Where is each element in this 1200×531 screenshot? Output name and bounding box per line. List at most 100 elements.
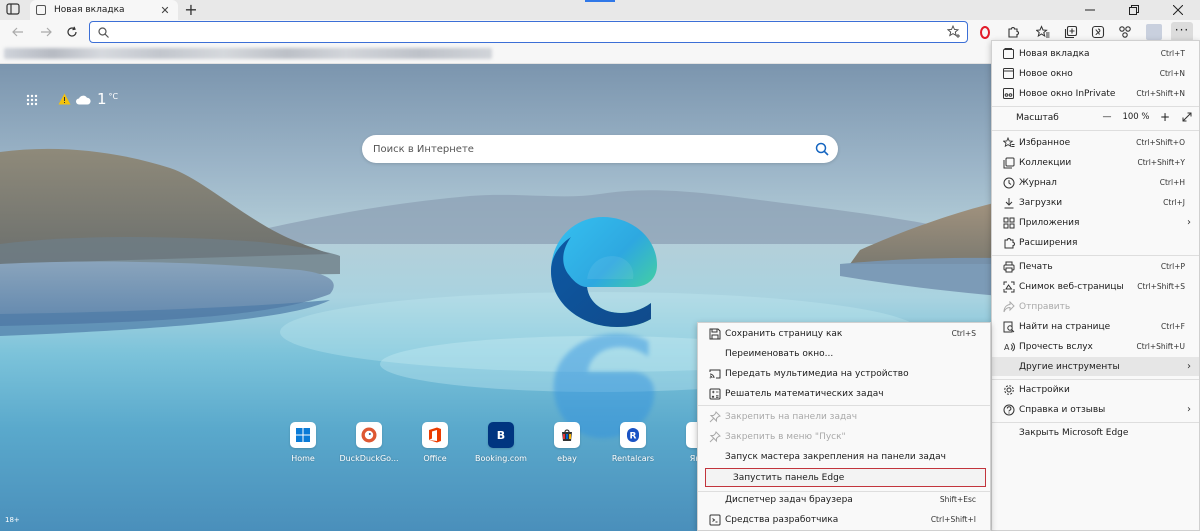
menu-label: Расширения [1019, 237, 1078, 248]
new-tab-button[interactable]: + [183, 0, 199, 20]
forward-button[interactable] [36, 22, 56, 42]
menu-label: Новое окно InPrivate [1019, 88, 1116, 99]
tile-label: DuckDuckGo... [339, 454, 399, 463]
menu-find[interactable]: Найти на странице Ctrl+F [992, 317, 1199, 336]
rename-window-icon [708, 347, 721, 360]
browser-essentials-icon[interactable] [1089, 23, 1107, 41]
menu-help[interactable]: Справка и отзывы › [992, 400, 1199, 419]
submenu-task-manager[interactable]: Диспетчер задач браузера Shift+Esc [698, 490, 990, 509]
pin-icon [708, 410, 721, 423]
submenu-save-page[interactable]: Сохранить страницу как Ctrl+S [698, 324, 990, 343]
menu-history[interactable]: Журнал Ctrl+H [992, 173, 1199, 192]
menu-shortcut: Ctrl+Shift+S [1137, 282, 1185, 291]
save-page-icon [708, 327, 721, 340]
tile-label: Rentalcars [611, 454, 655, 463]
menu-downloads[interactable]: Загрузки Ctrl+J [992, 193, 1199, 212]
find-icon [1002, 320, 1015, 333]
tile-label: Office [423, 454, 447, 463]
submenu-edge-bar[interactable]: Запустить панель Edge [705, 468, 986, 487]
submenu-pin-wizard[interactable]: Запуск мастера закрепления на панели зад… [698, 447, 990, 466]
menu-label: Печать [1019, 261, 1053, 272]
refresh-button[interactable] [62, 22, 82, 42]
zoom-value: 100 % [1122, 112, 1150, 122]
tile-rentalcars[interactable]: R Rentalcars [600, 422, 666, 463]
tab-close-icon[interactable]: ✕ [158, 4, 172, 17]
menu-share: Отправить [992, 297, 1199, 316]
submenu-math-solver[interactable]: Решатель математических задач [698, 384, 990, 403]
address-search-icon [98, 26, 109, 38]
menu-shortcut: Ctrl+T [1160, 49, 1185, 58]
tile-ebay[interactable]: ebay [534, 422, 600, 463]
menu-extensions[interactable]: Расширения [992, 233, 1199, 252]
menu-read-aloud[interactable]: A Прочесть вслух Ctrl+Shift+U [992, 337, 1199, 356]
zoom-out-button[interactable]: — [1097, 112, 1117, 122]
extensions-puzzle-icon [1002, 236, 1015, 249]
restore-button[interactable] [1112, 0, 1156, 20]
weather-unit: °C [108, 92, 119, 101]
zoom-in-button[interactable]: + [1155, 110, 1175, 124]
menu-label: Диспетчер задач браузера [725, 494, 853, 505]
menu-shortcut: Ctrl+P [1160, 262, 1185, 271]
menu-print[interactable]: Печать Ctrl+P [992, 257, 1199, 276]
menu-label: Средства разработчика [725, 514, 839, 525]
screenshot-icon [1002, 280, 1015, 293]
add-favorite-star-icon[interactable] [947, 25, 961, 39]
minimize-button[interactable] [1068, 0, 1112, 20]
printer-icon [1002, 260, 1015, 273]
menu-label: Запустить панель Edge [733, 472, 845, 483]
web-search-input[interactable] [373, 143, 806, 155]
apps-icon [1002, 216, 1015, 229]
tile-office[interactable]: Office [402, 422, 468, 463]
menu-apps[interactable]: Приложения › [992, 213, 1199, 232]
task-manager-icon [708, 493, 721, 506]
menu-shortcut: Ctrl+Shift+I [930, 515, 976, 524]
web-search-box[interactable] [362, 135, 838, 163]
menu-separator [992, 130, 1199, 131]
dev-tools-icon [708, 513, 721, 526]
favorites-icon[interactable] [1034, 23, 1052, 41]
collections-icon[interactable] [1062, 23, 1080, 41]
submenu-dev-tools[interactable]: Средства разработчика Ctrl+Shift+I [698, 510, 990, 529]
share-icon [1002, 300, 1015, 313]
back-button[interactable] [8, 22, 28, 42]
tile-booking[interactable]: B Booking.com [468, 422, 534, 463]
tab-new-tab[interactable]: Новая вкладка ✕ [30, 0, 178, 20]
quick-links: Home DuckDuckGo... Office B Booking.com … [270, 422, 732, 463]
settings-more-button[interactable]: ··· [1171, 22, 1193, 42]
booking-logo-icon: B [488, 422, 514, 448]
menu-close-edge[interactable]: Закрыть Microsoft Edge [992, 423, 1199, 442]
address-bar[interactable] [89, 21, 968, 43]
menu-inprivate[interactable]: Новое окно InPrivate Ctrl+Shift+N [992, 84, 1199, 103]
menu-zoom: Масштаб — 100 % + [992, 108, 1199, 128]
weather-widget[interactable]: 1 °C [58, 90, 118, 108]
tile-home[interactable]: Home [270, 422, 336, 463]
opera-extension-icon[interactable] [976, 23, 994, 41]
menu-new-window[interactable]: Новое окно Ctrl+N [992, 64, 1199, 83]
menu-shortcut: Shift+Esc [939, 495, 976, 504]
more-tools-icon [1002, 360, 1015, 373]
zoom-controls: — 100 % + [1097, 110, 1199, 124]
search-icon[interactable] [806, 135, 838, 163]
tab-actions-icon[interactable] [6, 3, 22, 17]
new-tab-favicon-icon [36, 5, 46, 15]
menu-label: Переименовать окно... [725, 348, 834, 359]
menu-new-tab[interactable]: Новая вкладка Ctrl+T [992, 44, 1199, 63]
settings-menu: Новая вкладка Ctrl+T Новое окно Ctrl+N Н… [991, 40, 1200, 531]
menu-collections[interactable]: Коллекции Ctrl+Shift+Y [992, 153, 1199, 172]
menu-more-tools[interactable]: Другие инструменты › [992, 357, 1199, 376]
profile-avatar[interactable] [1146, 24, 1162, 40]
rentalcars-glyph: R [630, 432, 637, 442]
address-input[interactable] [117, 25, 967, 39]
tile-duckduckgo[interactable]: DuckDuckGo... [336, 422, 402, 463]
apps-grid-icon[interactable] [26, 94, 38, 106]
extension-puzzle-icon[interactable] [1004, 23, 1022, 41]
menu-screenshot[interactable]: Снимок веб-страницы Ctrl+Shift+S [992, 277, 1199, 296]
submenu-rename-window[interactable]: Переименовать окно... [698, 344, 990, 363]
fullscreen-icon[interactable] [1175, 112, 1199, 122]
menu-favorites[interactable]: Избранное Ctrl+Shift+O [992, 133, 1199, 152]
menu-settings[interactable]: Настройки [992, 380, 1199, 399]
close-window-button[interactable] [1156, 0, 1200, 20]
workspaces-icon[interactable] [1116, 23, 1134, 41]
submenu-cast-media[interactable]: Передать мультимедиа на устройство [698, 364, 990, 383]
weather-temperature: 1 [97, 90, 107, 108]
